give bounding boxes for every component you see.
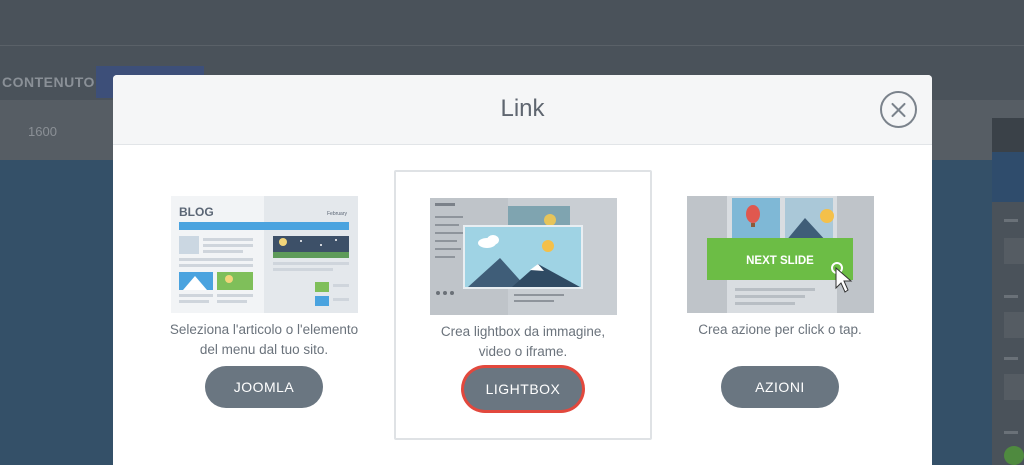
option-card-actions[interactable]: NEXT SLIDE Crea azione per click o tap. … <box>651 170 909 440</box>
joomla-button[interactable]: JOOMLA <box>205 366 323 408</box>
svg-text:NEXT SLIDE: NEXT SLIDE <box>746 255 814 267</box>
background-right-field <box>1004 312 1024 338</box>
option-description: Crea azione per click o tap. <box>651 320 909 340</box>
option-description: Seleziona l'articolo o l'elemento del me… <box>135 320 393 360</box>
background-right-panel-selected <box>992 152 1024 202</box>
background-tab-content: CONTENUTO <box>2 74 95 90</box>
lightbox-button[interactable]: LIGHTBOX <box>464 368 582 410</box>
background-right-panel-header <box>992 118 1024 152</box>
actions-button[interactable]: AZIONI <box>721 366 839 408</box>
modal-header: Link <box>113 75 932 145</box>
option-description: Crea lightbox da immagine, video o ifram… <box>396 322 650 362</box>
background-right-label <box>1004 216 1024 226</box>
description-line: del menu dal tuo sito. <box>199 342 329 357</box>
close-icon[interactable] <box>880 91 917 128</box>
option-card-joomla[interactable]: BLOG February Seleziona l'articolo o l'e… <box>135 170 393 440</box>
svg-text:February: February <box>327 211 348 217</box>
background-right-label <box>1004 428 1024 438</box>
next-slide-illustration: NEXT SLIDE <box>687 196 874 313</box>
lightbox-illustration <box>430 198 617 315</box>
background-check-icon <box>1004 446 1024 465</box>
background-right-field <box>1004 374 1024 400</box>
background-field-value: 1600 <box>28 124 57 139</box>
description-line: Crea azione per click o tap. <box>698 322 862 337</box>
description-line: Crea lightbox da immagine, <box>440 324 606 339</box>
option-card-lightbox[interactable]: Crea lightbox da immagine, video o ifram… <box>394 170 652 440</box>
background-right-label <box>1004 292 1024 302</box>
modal-title: Link <box>500 95 545 122</box>
description-line: video o iframe. <box>478 344 568 359</box>
description-line: Seleziona l'articolo o l'elemento <box>169 322 359 337</box>
blog-illustration: BLOG February <box>171 196 358 313</box>
background-divider <box>0 45 1024 46</box>
svg-text:BLOG: BLOG <box>179 205 214 219</box>
background-right-label <box>1004 354 1024 364</box>
background-right-field <box>1004 238 1024 264</box>
